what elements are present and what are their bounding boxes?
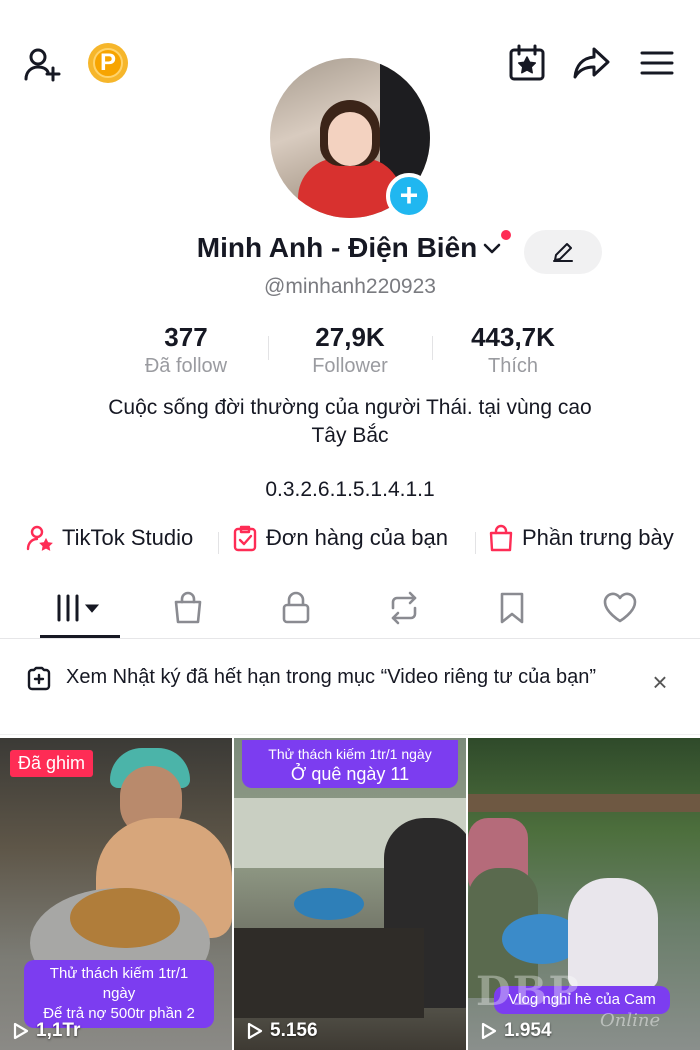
pinned-badge: Đã ghim xyxy=(10,750,94,777)
bio: Cuộc sống đời thường của người Thái. tại… xyxy=(60,394,640,450)
person-right xyxy=(568,878,658,988)
play-icon xyxy=(13,1022,29,1040)
clipboard-check-icon xyxy=(233,525,257,552)
video-grid-icon xyxy=(57,594,100,622)
coin-icon[interactable]: P xyxy=(88,43,128,83)
view-count-value: 5.156 xyxy=(270,1020,318,1041)
stat-value: 27,9K xyxy=(315,322,385,352)
divider xyxy=(475,532,476,554)
share-arrow-icon[interactable] xyxy=(568,40,614,86)
stat-likes[interactable]: 443,7K Thích xyxy=(423,322,603,378)
view-count: 1.954 xyxy=(478,1020,552,1042)
tab-liked[interactable] xyxy=(580,580,660,636)
stat-label: Follower xyxy=(312,355,388,377)
blue-basin xyxy=(294,888,364,920)
close-icon[interactable]: × xyxy=(644,666,676,698)
stat-label: Thích xyxy=(487,355,539,377)
tab-videos[interactable] xyxy=(40,580,120,636)
stat-value: 443,7K xyxy=(471,322,555,352)
active-tab-indicator xyxy=(40,635,120,638)
bio-line: Cuộc sống đời thường của người Thái. tại… xyxy=(108,396,592,419)
expired-diary-notice[interactable]: Xem Nhật ký đã hết hạn trong mục “Video … xyxy=(0,640,700,735)
display-name[interactable]: Minh Anh - Điện Biên xyxy=(197,232,478,264)
caption-line: Ở quê ngày 11 xyxy=(290,764,410,784)
stat-following[interactable]: 377 Đã follow xyxy=(96,322,276,378)
orders-shortcut[interactable]: Đơn hàng của bạn xyxy=(232,524,448,552)
heart-icon xyxy=(603,592,637,623)
shortcut-label: TikTok Studio xyxy=(62,525,194,550)
stat-followers[interactable]: 27,9K Follower xyxy=(260,322,440,378)
username: @minhanh220923 xyxy=(264,275,436,298)
notice-text: Xem Nhật ký đã hết hạn trong mục “Video … xyxy=(66,666,596,688)
shortcut-label: Đơn hàng của bạn xyxy=(266,525,449,550)
tiktok-studio-shortcut[interactable]: TikTok Studio xyxy=(26,524,193,552)
pencil-icon xyxy=(553,243,573,262)
avatar-add-button[interactable]: + xyxy=(386,173,432,219)
wood-rail xyxy=(468,794,700,812)
watermark-logo-sub: Online xyxy=(600,1010,661,1031)
watermark-logo: DBP xyxy=(476,968,581,1015)
edit-profile-button[interactable] xyxy=(524,230,602,274)
stat-value: 377 xyxy=(164,322,208,352)
bio-line: Tây Bắc xyxy=(311,424,389,447)
video-caption: Thử thách kiếm 1tr/1 ngày Để trả nợ 500t… xyxy=(24,960,214,1028)
profile-tab-bar xyxy=(0,580,700,639)
notification-dot xyxy=(501,230,512,240)
shortcut-label: Phần trưng bày xyxy=(522,525,674,550)
video-thumbnail[interactable]: Thử thách kiếm 1tr/1 ngày Ở quê ngày 11 … xyxy=(234,738,466,1050)
view-count-value: 1,1Tr xyxy=(36,1020,81,1041)
video-thumbnail[interactable]: Đã ghim Thử thách kiếm 1tr/1 ngày Để trả… xyxy=(0,738,232,1050)
tab-saved[interactable] xyxy=(472,580,552,636)
diary-icon xyxy=(27,666,51,691)
grill xyxy=(234,928,424,1018)
view-count-value: 1.954 xyxy=(504,1020,552,1041)
stat-label: Đã follow xyxy=(144,355,228,377)
avatar-face xyxy=(328,112,372,166)
repost-icon xyxy=(391,591,417,625)
play-icon xyxy=(481,1022,497,1040)
person-star-icon xyxy=(26,525,53,551)
shopping-bag-icon xyxy=(489,524,513,552)
lock-icon xyxy=(282,591,310,624)
food-mix xyxy=(70,888,180,948)
profile-link[interactable]: 0.3.2.6.1.5.1.4.1.1 xyxy=(0,478,700,502)
view-count: 5.156 xyxy=(244,1020,318,1042)
divider xyxy=(218,532,219,554)
showcase-shortcut[interactable]: Phần trưng bày xyxy=(488,524,674,552)
shopping-bag-icon xyxy=(174,591,202,624)
add-friend-icon[interactable] xyxy=(20,42,66,88)
play-icon xyxy=(247,1022,263,1040)
tab-private[interactable] xyxy=(256,580,336,636)
caption-line: Thử thách kiếm 1tr/1 ngày xyxy=(49,965,189,1002)
coin-label: P xyxy=(99,49,116,76)
shortcut-bar: TikTok Studio Đơn hàng của bạn Phần trưn… xyxy=(0,524,700,560)
hamburger-menu-icon[interactable] xyxy=(634,40,680,86)
tab-reposts[interactable] xyxy=(364,580,444,636)
tab-shop[interactable] xyxy=(148,580,228,636)
bookmark-icon xyxy=(500,592,524,624)
video-caption: Thử thách kiếm 1tr/1 ngày Ở quê ngày 11 xyxy=(242,740,458,788)
chevron-down-icon[interactable] xyxy=(481,237,503,259)
calendar-star-icon[interactable] xyxy=(504,40,550,86)
view-count: 1,1Tr xyxy=(10,1020,80,1042)
caption-line: Thử thách kiếm 1tr/1 ngày xyxy=(268,746,432,762)
